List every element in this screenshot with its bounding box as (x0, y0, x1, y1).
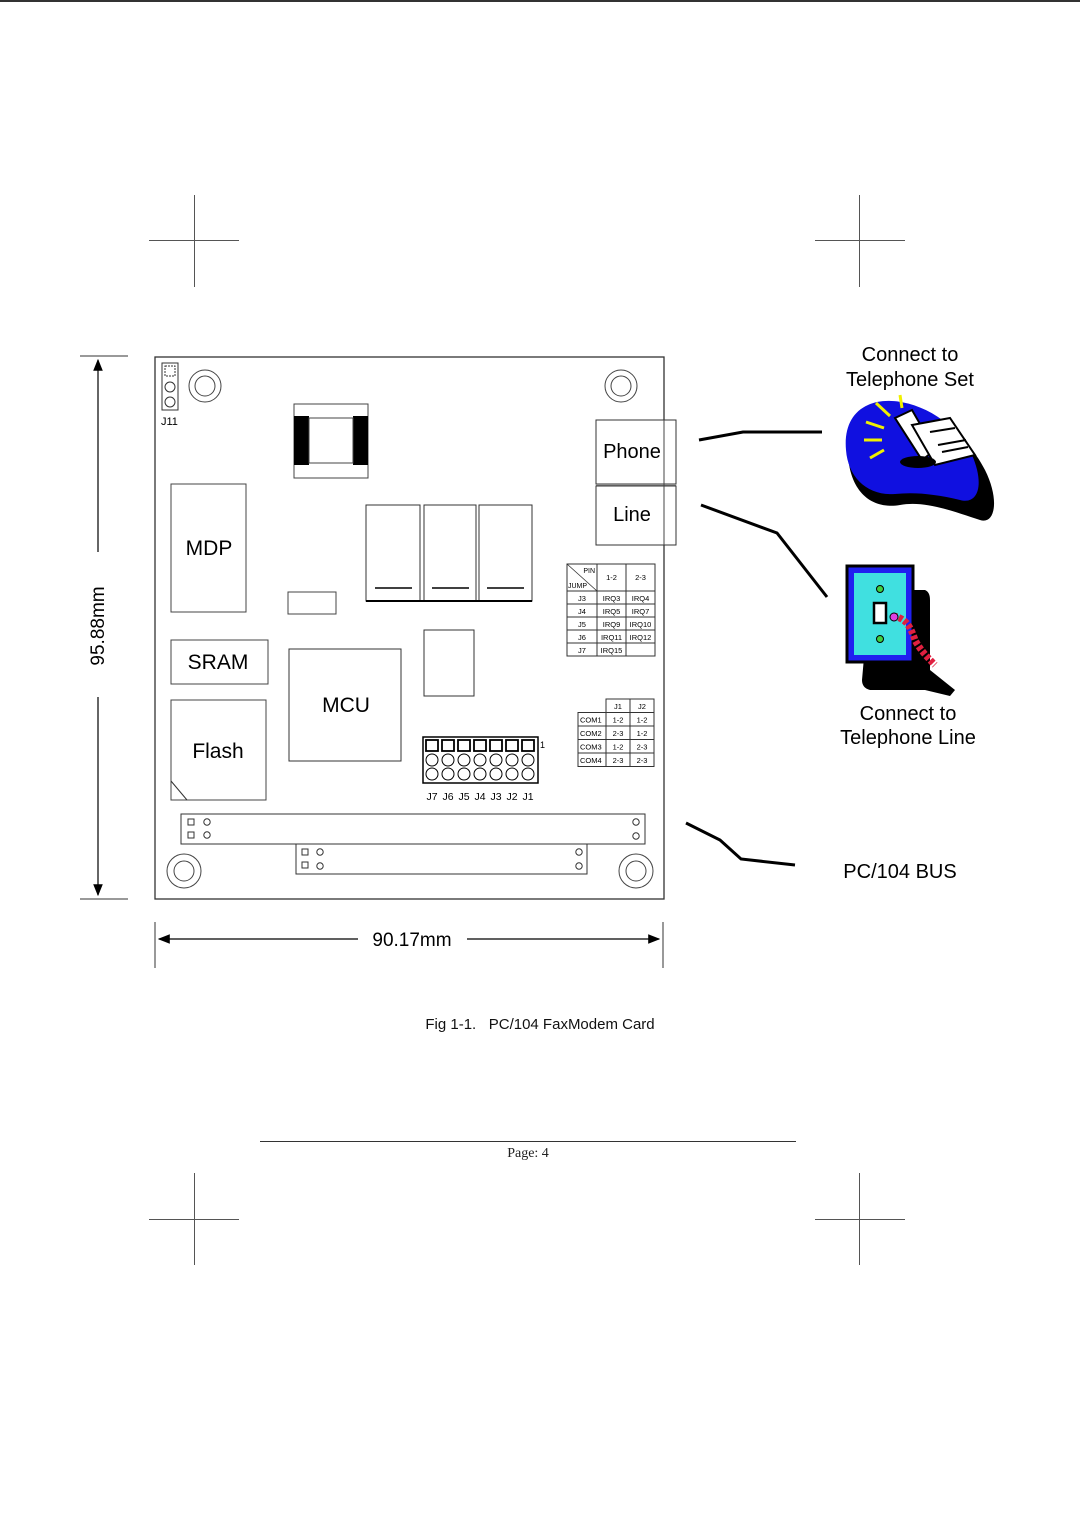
irq-table-header: 2-3 (635, 573, 646, 582)
com-table-cell: 2-3 (613, 756, 624, 765)
com-table-cell: 1-2 (613, 743, 624, 752)
irq-table-header: 1-2 (606, 573, 617, 582)
height-dimension: 95.88mm (80, 355, 128, 900)
com-table-cell: 2-3 (637, 756, 648, 765)
com-table-cell: 1-2 (613, 716, 624, 725)
com-table-port: COM4 (580, 756, 602, 765)
width-dimension: 90.17mm (154, 922, 664, 968)
irq-table-cell: IRQ3 (603, 594, 621, 603)
com-table-cell: 2-3 (637, 743, 648, 752)
jumper-label: J5 (458, 791, 469, 803)
telephone-set-icon (845, 394, 995, 521)
chip-flash-label: Flash (192, 740, 243, 763)
crop-mark (859, 1173, 860, 1265)
com-table-header: J2 (638, 702, 646, 711)
irq-table-jump: J7 (578, 646, 586, 655)
width-label: 90.17mm (372, 930, 451, 951)
jumper-label: J1 (522, 791, 533, 803)
irq-table-cell: IRQ7 (632, 607, 650, 616)
callout-line-phone (698, 430, 822, 442)
jumper-pin-square (473, 739, 487, 752)
chip-mcu: MCU (288, 648, 402, 762)
callout-line-bus (685, 821, 796, 867)
chip-mdp-label: MDP (186, 537, 233, 560)
chip-sram-label: SRAM (188, 651, 249, 674)
com-table-port: COM2 (580, 729, 602, 738)
crop-mark (194, 1173, 195, 1265)
wall-jack-icon (845, 564, 955, 696)
irq-table-jump: J4 (578, 607, 586, 616)
com-table-port: COM3 (580, 743, 602, 752)
chip-sram: SRAM (170, 639, 269, 685)
irq-jumper-table: PIN JUMP 1-2 2-3 J3 IRQ3 IRQ4 J4 IRQ5 IRQ7 J5 IRQ9 I… (566, 563, 656, 657)
jumper-label: J7 (426, 791, 437, 803)
jumper-pin-square (505, 739, 519, 752)
callout-telephone-set-line1: Connect to (862, 344, 959, 366)
com-table-cell: 1-2 (637, 716, 648, 725)
irq-table-cell: IRQ5 (603, 607, 621, 616)
irq-table-cell: IRQ9 (603, 620, 621, 629)
irq-table-cell: IRQ10 (630, 620, 652, 629)
jumper-label: J6 (442, 791, 453, 803)
small-component (423, 629, 475, 697)
jumper-label: J4 (474, 791, 485, 803)
small-component (287, 591, 337, 615)
jumper-label: J3 (490, 791, 501, 803)
figure-title: PC/104 FaxModem Card (488, 1016, 655, 1033)
callout-telephone-line-line1: Connect to (860, 703, 957, 725)
irq-table-corner-pin: PIN (583, 568, 595, 575)
jumper-pin-square (489, 739, 503, 752)
footer-rule (260, 1141, 796, 1142)
jumper-j11-label: J11 (161, 416, 178, 428)
line-jack-label: Line (613, 504, 651, 526)
faxmodem-card-figure: 95.88mm 90.17mm J11 MDP SRAM MCU Flash P… (80, 344, 995, 968)
transformer (293, 403, 369, 479)
irq-table-jump: J5 (578, 620, 586, 629)
jumper-pin-square (441, 739, 455, 752)
callout-pc104-bus: PC/104 BUS (843, 861, 956, 883)
crop-mark (815, 1219, 905, 1220)
pin1-label: 1 (540, 740, 545, 750)
chip-flash: Flash (170, 699, 267, 801)
com-table-cell: 1-2 (637, 729, 648, 738)
irq-table-corner-jump: JUMP (568, 583, 587, 590)
height-label: 95.88mm (88, 586, 109, 665)
figure-number: Fig 1-1. (425, 1016, 477, 1033)
irq-table-cell: IRQ12 (630, 633, 652, 642)
phone-jack-label: Phone (603, 441, 661, 463)
irq-table-jump: J6 (578, 633, 586, 642)
chip-mcu-label: MCU (322, 694, 370, 717)
page-number: Page: 4 (507, 1146, 549, 1161)
chip-mdp: MDP (170, 483, 247, 613)
callout-telephone-set-line2: Telephone Set (846, 369, 974, 391)
jumper-pin-square (521, 739, 535, 752)
pc104-connector-j2 (295, 843, 588, 875)
irq-table-cell: IRQ11 (601, 633, 622, 642)
irq-table-jump: J3 (578, 594, 586, 603)
jumper-label: J2 (506, 791, 517, 803)
irq-table-cell: IRQ15 (601, 646, 623, 655)
jumper-pin-square (457, 739, 471, 752)
callout-telephone-line-line2: Telephone Line (840, 727, 976, 749)
jumper-pin-square (425, 739, 439, 752)
com-table-header: J1 (614, 702, 622, 711)
pc104-connector-j1 (180, 813, 646, 845)
callout-line-line (700, 503, 829, 598)
figure-caption: Fig 1-1. PC/104 FaxModem Card (0, 1016, 1080, 1033)
com-table-cell: 2-3 (613, 729, 624, 738)
irq-table-cell: IRQ4 (632, 594, 650, 603)
com-table-port: COM1 (580, 716, 602, 725)
relay-bank (365, 504, 533, 602)
